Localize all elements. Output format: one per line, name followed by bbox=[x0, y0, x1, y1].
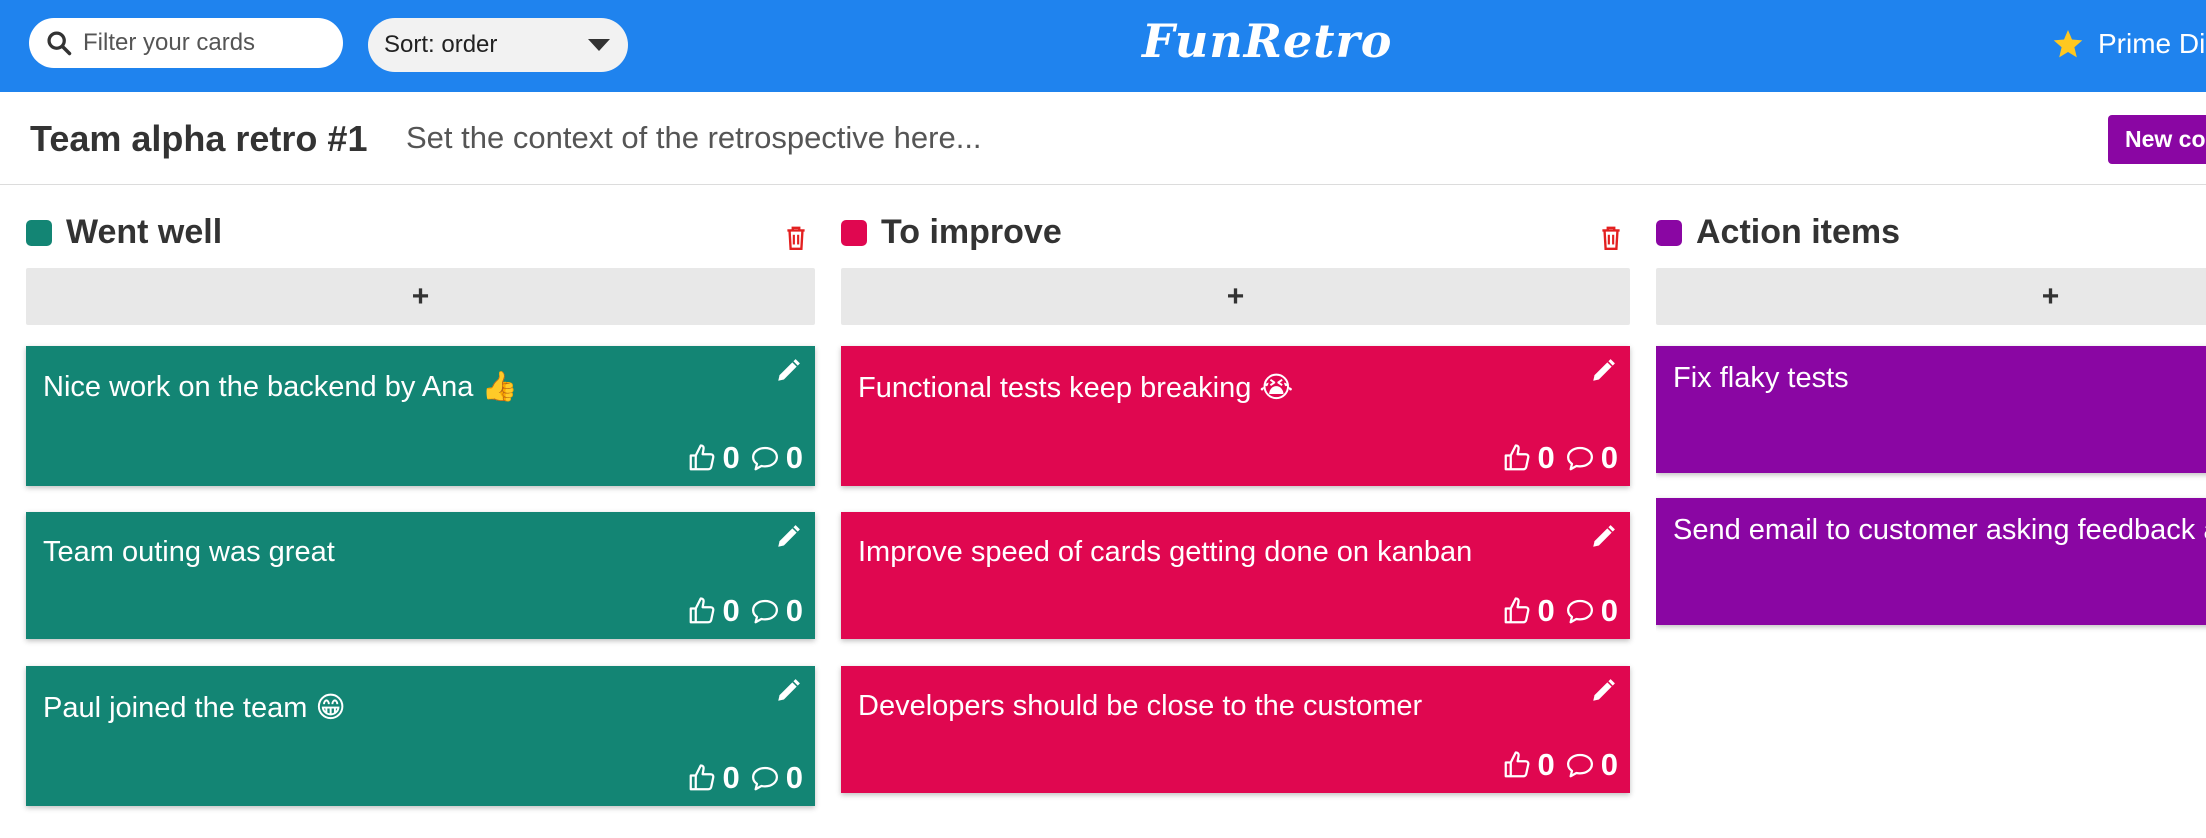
column-action-items: Action items + Fix flaky tests Send emai… bbox=[1656, 206, 2206, 646]
thumbs-up-icon[interactable] bbox=[1502, 750, 1532, 780]
column-color-swatch bbox=[26, 220, 52, 246]
new-column-button[interactable]: New colu bbox=[2108, 115, 2206, 164]
card[interactable]: Nice work on the backend by Ana 👍 0 0 bbox=[26, 346, 815, 486]
caret-down-icon bbox=[588, 39, 610, 51]
add-card-button[interactable]: + bbox=[1656, 268, 2206, 325]
card-votes: 0 0 bbox=[687, 593, 803, 629]
column-color-swatch bbox=[1656, 220, 1682, 246]
card-text: Developers should be close to the custom… bbox=[858, 690, 1423, 722]
thumbs-up-icon[interactable] bbox=[1502, 596, 1532, 626]
star-icon[interactable] bbox=[2052, 28, 2084, 60]
add-card-button[interactable]: + bbox=[26, 268, 815, 325]
board-context[interactable]: Set the context of the retrospective her… bbox=[406, 120, 982, 156]
column-title[interactable]: Went well bbox=[66, 213, 222, 252]
like-count: 0 bbox=[722, 440, 740, 475]
trash-icon[interactable] bbox=[783, 224, 809, 252]
pencil-icon[interactable] bbox=[1590, 358, 1616, 384]
column-went-well: Went well + Nice work on the backend by … bbox=[26, 206, 815, 806]
like-count: 0 bbox=[1537, 747, 1555, 782]
card-votes: 0 0 bbox=[1502, 593, 1618, 629]
like-count: 0 bbox=[722, 593, 740, 628]
card-votes: 0 0 bbox=[1502, 747, 1618, 783]
card-text: Fix flaky tests bbox=[1673, 362, 1849, 394]
thumbs-up-icon[interactable] bbox=[687, 443, 717, 473]
card[interactable]: Team outing was great 0 0 bbox=[26, 512, 815, 639]
card-text: Send email to customer asking feedback a… bbox=[1673, 514, 2206, 546]
card-votes: 0 0 bbox=[687, 440, 803, 476]
like-count: 0 bbox=[722, 760, 740, 795]
trash-icon[interactable] bbox=[1598, 224, 1624, 252]
comment-count: 0 bbox=[1600, 747, 1618, 782]
card-votes: 0 0 bbox=[1502, 440, 1618, 476]
column-header: To improve bbox=[841, 206, 1630, 266]
card-text: Improve speed of cards getting done on k… bbox=[858, 536, 1473, 568]
card[interactable]: Developers should be close to the custom… bbox=[841, 666, 1630, 793]
comment-count: 0 bbox=[1600, 440, 1618, 475]
column-header: Went well bbox=[26, 206, 815, 266]
thumbs-up-icon[interactable] bbox=[687, 596, 717, 626]
column-to-improve: To improve + Functional tests keep break… bbox=[841, 206, 1630, 793]
search-input[interactable] bbox=[83, 29, 323, 57]
column-title[interactable]: To improve bbox=[881, 213, 1062, 252]
sort-label: Sort: order bbox=[384, 31, 498, 58]
thumbs-up-icon[interactable] bbox=[1502, 443, 1532, 473]
top-bar: Sort: order FunRetro Prime Dir bbox=[0, 0, 2206, 92]
pencil-icon[interactable] bbox=[1590, 524, 1616, 550]
pencil-icon[interactable] bbox=[1590, 678, 1616, 704]
card[interactable]: Functional tests keep breaking 😭 0 0 bbox=[841, 346, 1630, 486]
pencil-icon[interactable] bbox=[775, 524, 801, 550]
board-header: Team alpha retro #1 Set the context of t… bbox=[0, 92, 2206, 185]
pencil-icon[interactable] bbox=[775, 358, 801, 384]
card-text: Nice work on the backend by Ana 👍 bbox=[43, 371, 518, 403]
board-title[interactable]: Team alpha retro #1 bbox=[30, 118, 367, 160]
sort-dropdown[interactable]: Sort: order bbox=[368, 18, 628, 72]
comment-icon[interactable] bbox=[750, 596, 780, 626]
card[interactable]: Send email to customer asking feedback a… bbox=[1656, 498, 2206, 625]
comment-count: 0 bbox=[1600, 593, 1618, 628]
pencil-icon[interactable] bbox=[775, 678, 801, 704]
like-count: 0 bbox=[1537, 593, 1555, 628]
search-icon bbox=[47, 31, 72, 56]
card[interactable]: Paul joined the team 😁 0 0 bbox=[26, 666, 815, 806]
card-text: Team outing was great bbox=[43, 536, 335, 568]
comment-icon[interactable] bbox=[1565, 443, 1595, 473]
card-text: Paul joined the team 😁 bbox=[43, 692, 346, 724]
comment-icon[interactable] bbox=[1565, 596, 1595, 626]
comment-count: 0 bbox=[785, 593, 803, 628]
column-header: Action items bbox=[1656, 206, 2206, 266]
column-color-swatch bbox=[841, 220, 867, 246]
add-card-button[interactable]: + bbox=[841, 268, 1630, 325]
comment-icon[interactable] bbox=[1565, 750, 1595, 780]
card[interactable]: Improve speed of cards getting done on k… bbox=[841, 512, 1630, 639]
column-title[interactable]: Action items bbox=[1696, 213, 1900, 252]
card[interactable]: Fix flaky tests bbox=[1656, 346, 2206, 473]
like-count: 0 bbox=[1537, 440, 1555, 475]
app-logo[interactable]: FunRetro bbox=[1142, 14, 1392, 68]
comment-count: 0 bbox=[785, 440, 803, 475]
card-votes: 0 0 bbox=[687, 760, 803, 796]
comment-icon[interactable] bbox=[750, 443, 780, 473]
search-box[interactable] bbox=[29, 18, 343, 68]
comment-count: 0 bbox=[785, 760, 803, 795]
user-name[interactable]: Prime Dir bbox=[2098, 28, 2206, 60]
thumbs-up-icon[interactable] bbox=[687, 763, 717, 793]
comment-icon[interactable] bbox=[750, 763, 780, 793]
card-text: Functional tests keep breaking 😭 bbox=[858, 372, 1294, 404]
